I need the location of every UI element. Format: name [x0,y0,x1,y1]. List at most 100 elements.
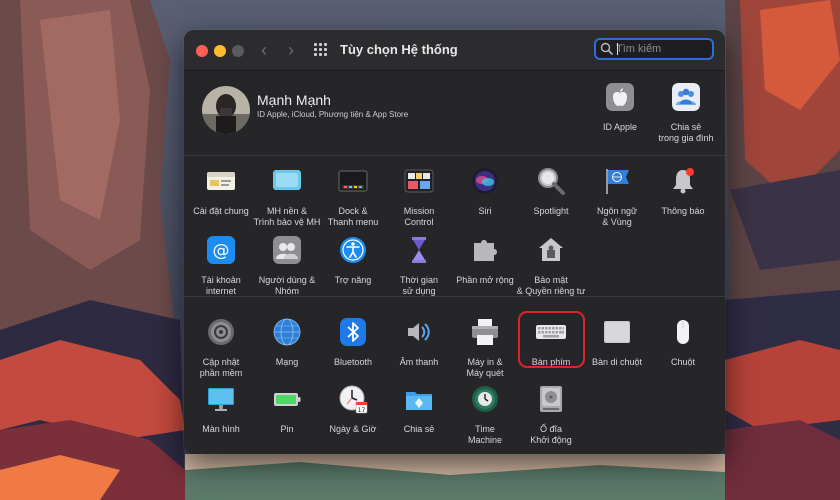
users-groups-icon [273,236,301,264]
pref-time-machine[interactable]: Time Machine [450,384,520,446]
notifications-icon [673,168,694,194]
pref-users-groups[interactable]: Người dùng & Nhóm [252,235,322,297]
security-privacy-icon [539,238,563,261]
software-update-icon [208,319,234,345]
pref-sharing[interactable]: Chia sẻ [384,384,454,435]
pref-accessibility[interactable]: Trợ năng [318,235,388,286]
family-sharing-icon [672,83,700,111]
apple-icon [606,83,634,111]
startup-disk-icon [540,386,562,412]
mission-control-icon [404,169,434,193]
pref-battery[interactable]: Pin [252,384,322,435]
pref-label: Chuột [670,357,696,367]
zoom-window-button[interactable] [232,45,244,57]
system-preferences-window: ‹ › Tùy chọn Hệ thống Tìm kiếm Mạnh Mạnh… [184,30,725,454]
date-time-icon: 17 [339,385,368,414]
pref-sound[interactable]: Âm thanh [384,317,454,368]
pref-label: Pin [280,424,294,434]
extensions-icon [474,240,497,261]
pref-startup-disk[interactable]: Ổ đĩa Khởi động [516,384,586,446]
pref-spotlight[interactable]: Spotlight [516,166,586,217]
pref-general[interactable]: Cài đặt chung [186,166,256,217]
window-title: Tùy chọn Hệ thống [340,42,458,57]
search-field[interactable] [594,38,714,60]
title-bar: ‹ › Tùy chọn Hệ thống [184,30,725,71]
pref-label: Máy in & Máy quét [466,357,504,378]
spotlight-icon [538,168,565,195]
show-all-grid-button[interactable] [314,43,328,57]
pref-bluetooth[interactable]: Bluetooth [318,317,388,368]
account-subtitle: ID Apple, iCloud, Phương tiện & App Stor… [257,110,409,119]
pref-software-update[interactable]: Cập nhật phần mềm [186,317,256,379]
bluetooth-icon [340,318,366,346]
pref-label: Ổ đĩa Khởi động [530,424,572,445]
pref-label: Bàn di chuột [591,357,643,367]
general-icon [207,172,235,190]
mouse-icon [677,320,689,344]
pref-network[interactable]: Mạng [252,317,322,368]
pref-screen-time[interactable]: Thời gian sử dụng [384,235,454,297]
search-icon [600,42,613,55]
svg-text:@: @ [213,241,230,261]
pref-label: Spotlight [533,206,569,216]
pref-extensions[interactable]: Phần mở rộng [450,235,520,286]
search-input[interactable] [616,41,710,57]
pref-date-time[interactable]: 17 Ngày & Giờ [318,384,388,435]
keyboard-highlight-box [518,311,585,368]
pref-label: Âm thanh [399,357,439,367]
siri-icon [472,168,498,194]
displays-icon [208,388,234,411]
sharing-icon [406,392,432,410]
pref-family-sharing[interactable]: Chia sẻ trong gia đình [654,83,718,144]
pref-label: Màn hình [202,424,240,434]
pref-desktop-screensaver[interactable]: MH nền & Trình bảo vệ MH [252,166,322,228]
pref-label: Thời gian sử dụng [400,275,438,296]
back-button[interactable]: ‹ [254,40,274,60]
apple-id-section: Mạnh Mạnh ID Apple, iCloud, Phương tiện … [184,71,725,155]
minimize-window-button[interactable] [214,45,226,57]
pref-mouse[interactable]: Chuột [648,317,718,368]
pref-apple-id[interactable]: ID Apple [588,83,652,133]
pref-label: Cài đặt chung [193,206,249,216]
pref-notifications[interactable]: Thông báo [648,166,718,217]
user-photo-icon [202,86,250,134]
pref-label: Time Machine [467,424,503,445]
forward-button[interactable]: › [281,40,301,60]
pref-label: MH nền & Trình bảo vệ MH [253,206,321,227]
pref-printers-scanners[interactable]: Máy in & Máy quét [450,317,520,379]
pref-internet-accounts[interactable]: @ Tài khoản internet [186,235,256,297]
pref-dock[interactable]: Dock & Thanh menu [318,166,388,228]
pref-label: Trợ năng [334,275,372,285]
chevron-right-icon: › [288,40,294,60]
pref-label: Chia sẻ [403,424,435,434]
pref-language-region[interactable]: Ngôn ngữ & Vùng [582,166,652,228]
sound-icon [408,323,430,341]
pref-trackpad[interactable]: Bàn di chuột [582,317,652,368]
network-icon [273,318,301,346]
pref-label: Mission Control [403,206,435,227]
dock-icon [338,170,368,192]
pref-label: Siri [478,206,492,216]
pref-security-privacy[interactable]: Bảo mật & Quyền riêng tư [516,235,586,297]
avatar[interactable] [202,86,250,134]
pref-mission-control[interactable]: Mission Control [384,166,454,228]
accessibility-icon [340,237,366,263]
section-divider [184,296,725,297]
pref-displays[interactable]: Màn hình [186,384,256,435]
account-name: Mạnh Mạnh [257,92,331,108]
pref-label: Bluetooth [333,357,373,367]
pref-siri[interactable]: Siri [450,166,520,217]
pref-label: Thông báo [661,206,705,216]
pref-label: Ngôn ngữ & Vùng [596,206,638,227]
section-divider [184,155,725,156]
pref-label: Mạng [275,357,299,367]
calendar-badge: 17 [358,407,366,414]
pref-label: ID Apple [602,122,638,132]
pref-label: Tài khoản internet [201,275,241,296]
close-window-button[interactable] [196,45,208,57]
trackpad-icon [604,321,630,343]
pref-label: Phần mở rộng [456,275,514,285]
battery-icon [274,393,301,406]
pref-label: Người dùng & Nhóm [258,275,316,296]
chevron-left-icon: ‹ [261,40,267,60]
